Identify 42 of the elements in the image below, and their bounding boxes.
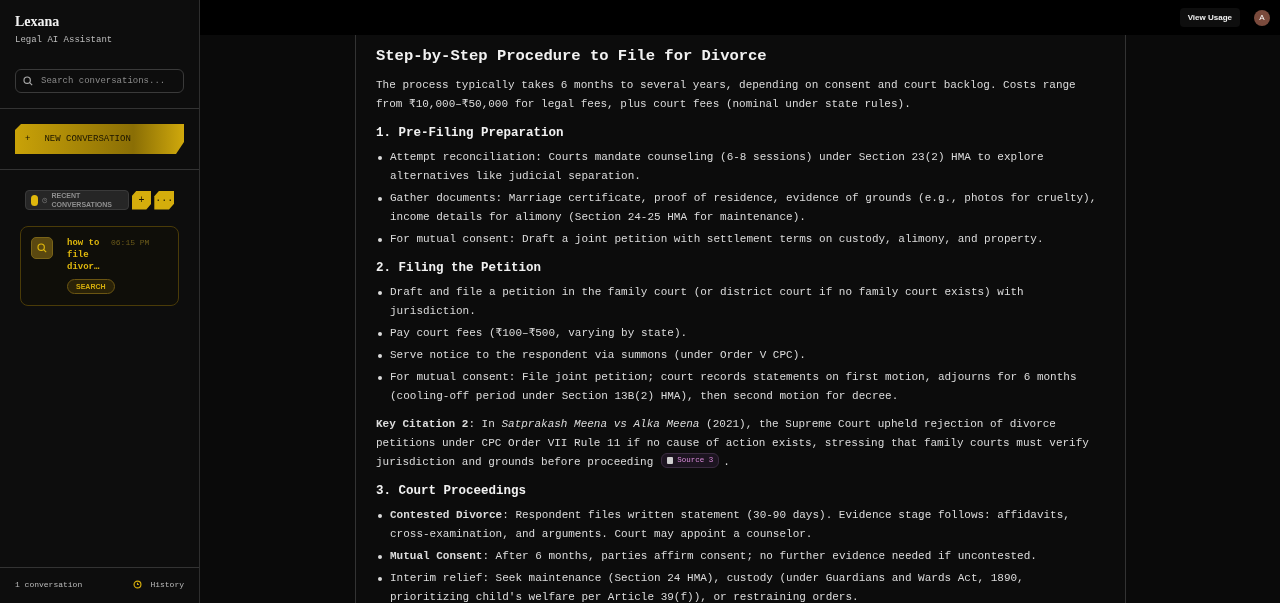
answer-title: Step-by-Step Procedure to File for Divorce xyxy=(376,46,768,67)
bullet-icon xyxy=(378,332,382,336)
bullet-icon xyxy=(378,376,382,380)
document-icon xyxy=(667,457,674,464)
view-usage-button[interactable]: View Usage xyxy=(1179,8,1240,27)
list-item-text: Attempt reconciliation: Courts mandate counseling (6-8 sessions) under Section 23(2) HMA to explore alternatives like judicial separation. xyxy=(390,150,1045,184)
bullet-icon xyxy=(378,238,382,242)
app-tagline: Legal AI Assistant xyxy=(15,35,114,45)
clock-icon xyxy=(42,196,48,204)
search-field[interactable]: Search conversations... xyxy=(15,69,184,93)
list-item-text: Mutual Consent: After 6 months, parties affirm consent; no further evidence needed if uncontested. xyxy=(390,549,1037,564)
answer-paragraph: The process typically takes 6 months to several years, depending on consent and court backlog. Costs range from ₹10,000–₹50,000 for legal fees, plus court fees (nominal under state rules). xyxy=(376,78,1077,112)
list-item-text: Contested Divorce: Respondent files written statement (30-90 days). Evidence stage follows: affidavits, cross-examination, and arguments. Court may appoint a counselor. xyxy=(390,508,1071,542)
app-logo: Lexana xyxy=(15,14,61,30)
bullet-icon xyxy=(378,197,382,201)
list-item-text: For mutual consent: Draft a joint petition with settlement terms on custody, alimony, and property. xyxy=(390,232,1044,247)
section-heading: 1. Pre-Filing Preparation xyxy=(376,125,565,142)
new-conversation-button[interactable]: + NEW CONVERSATION xyxy=(15,124,184,154)
bullet-icon xyxy=(378,514,382,518)
more-button[interactable]: ··· xyxy=(154,190,174,210)
user-avatar[interactable]: A xyxy=(1254,9,1270,26)
bullet-icon xyxy=(378,291,382,295)
conversation-title: how to file divor… xyxy=(67,237,101,273)
list-item-text: Gather documents: Marriage certificate, proof of residence, evidence of grounds (e.g., photos for cruelty), income details for alimony (Section 24-25 HMA for maintenance). xyxy=(390,191,1098,225)
bullet-icon xyxy=(378,354,382,358)
section-heading: 2. Filing the Petition xyxy=(376,260,543,277)
add-button[interactable]: + xyxy=(131,190,152,210)
search-icon xyxy=(23,76,33,86)
conversation-count: 1 conversation xyxy=(15,580,83,589)
section-heading: 3. Court Proceedings xyxy=(376,483,528,500)
list-item-text: Pay court fees (₹100–₹500, varying by state). xyxy=(390,326,688,341)
list-item-text: For mutual consent: File joint petition; court records statements on first motion, adjourns for 6 months (cooling-off period under Section 13B(2) HMA), then second motion for decree. xyxy=(390,370,1078,404)
bullet-icon xyxy=(378,156,382,160)
conversation-time: 06:15 PM xyxy=(111,237,150,249)
history-button[interactable]: History xyxy=(133,580,184,589)
list-item-text: Serve notice to the respondent via summons (under Order V CPC). xyxy=(390,348,806,363)
history-icon xyxy=(133,580,143,589)
search-icon xyxy=(37,243,47,253)
bullet-icon xyxy=(378,555,382,559)
list-item-text: Draft and file a petition in the family court (or district court if no family court exists) with jurisdiction. xyxy=(390,285,1025,319)
list-item-text: Interim relief: Seek maintenance (Section 24 HMA), custody (under Guardians and Wards Act, 1890, prioritizing child's welfare per Article 39(f)), or restraining orders. xyxy=(390,571,1025,603)
bullet-icon xyxy=(378,577,382,581)
